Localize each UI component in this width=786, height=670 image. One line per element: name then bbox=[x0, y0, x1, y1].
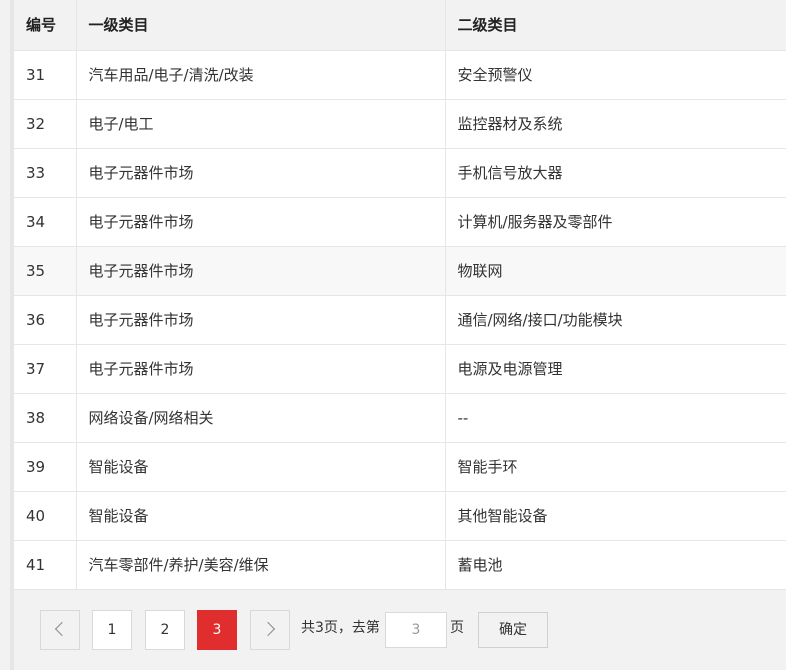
prev-page-button[interactable] bbox=[40, 610, 80, 650]
cell-id: 32 bbox=[14, 99, 77, 149]
cell-level2: 蓄电池 bbox=[445, 540, 786, 590]
category-table-container: 编号 一级类目 二级类目 31 汽车用品/电子/清洗/改装 安全预警仪 32 电… bbox=[14, 0, 786, 590]
table-row: 32 电子/电工 监控器材及系统 bbox=[14, 99, 786, 149]
cell-id: 39 bbox=[14, 442, 77, 492]
cell-id: 31 bbox=[14, 50, 77, 100]
total-pages-text: 共3页，去第 bbox=[301, 620, 380, 636]
cell-level2: -- bbox=[445, 393, 786, 443]
cell-id: 41 bbox=[14, 540, 77, 590]
cell-level2: 计算机/服务器及零部件 bbox=[445, 197, 786, 247]
table-row: 31 汽车用品/电子/清洗/改装 安全预警仪 bbox=[14, 50, 786, 100]
cell-id: 34 bbox=[14, 197, 77, 247]
table-row: 41 汽车零部件/养护/美容/维保 蓄电池 bbox=[14, 540, 786, 590]
cell-id: 37 bbox=[14, 344, 77, 394]
cell-level1: 网络设备/网络相关 bbox=[76, 393, 446, 443]
table-row: 36 电子元器件市场 通信/网络/接口/功能模块 bbox=[14, 295, 786, 345]
cell-level1: 电子元器件市场 bbox=[76, 344, 446, 394]
cell-id: 35 bbox=[14, 246, 77, 296]
cell-level1: 电子元器件市场 bbox=[76, 295, 446, 345]
header-level2: 二级类目 bbox=[445, 0, 786, 51]
page-suffix-text: 页 bbox=[450, 620, 464, 636]
page: 编号 一级类目 二级类目 31 汽车用品/电子/清洗/改装 安全预警仪 32 电… bbox=[0, 0, 786, 670]
table-header-row: 编号 一级类目 二级类目 bbox=[14, 0, 786, 51]
page-button-1[interactable]: 1 bbox=[92, 610, 132, 650]
cell-level1: 电子元器件市场 bbox=[76, 197, 446, 247]
confirm-button[interactable]: 确定 bbox=[478, 612, 548, 648]
table-row: 40 智能设备 其他智能设备 bbox=[14, 491, 786, 541]
page-button-2[interactable]: 2 bbox=[145, 610, 185, 650]
cell-id: 38 bbox=[14, 393, 77, 443]
header-id: 编号 bbox=[14, 0, 77, 51]
chevron-right-icon bbox=[260, 621, 276, 636]
table-row: 33 电子元器件市场 手机信号放大器 bbox=[14, 148, 786, 198]
cell-level2: 其他智能设备 bbox=[445, 491, 786, 541]
cell-level1: 智能设备 bbox=[76, 442, 446, 492]
cell-level2: 电源及电源管理 bbox=[445, 344, 786, 394]
table-row: 35 电子元器件市场 物联网 bbox=[14, 246, 786, 296]
table-row: 39 智能设备 智能手环 bbox=[14, 442, 786, 492]
table-row: 38 网络设备/网络相关 -- bbox=[14, 393, 786, 443]
cell-level1: 智能设备 bbox=[76, 491, 446, 541]
cell-level2: 通信/网络/接口/功能模块 bbox=[445, 295, 786, 345]
cell-level2: 安全预警仪 bbox=[445, 50, 786, 100]
cell-id: 33 bbox=[14, 148, 77, 198]
cell-level1: 电子元器件市场 bbox=[76, 246, 446, 296]
cell-id: 36 bbox=[14, 295, 77, 345]
table-row: 37 电子元器件市场 电源及电源管理 bbox=[14, 344, 786, 394]
cell-level1: 汽车用品/电子/清洗/改装 bbox=[76, 50, 446, 100]
next-page-button[interactable] bbox=[250, 610, 290, 650]
header-level1: 一级类目 bbox=[76, 0, 446, 51]
page-button-3-current[interactable]: 3 bbox=[197, 610, 237, 650]
category-table: 编号 一级类目 二级类目 31 汽车用品/电子/清洗/改装 安全预警仪 32 电… bbox=[14, 0, 786, 590]
cell-level1: 电子/电工 bbox=[76, 99, 446, 149]
goto-page-input[interactable] bbox=[385, 612, 447, 648]
cell-id: 40 bbox=[14, 491, 77, 541]
table-row: 34 电子元器件市场 计算机/服务器及零部件 bbox=[14, 197, 786, 247]
cell-level1: 汽车零部件/养护/美容/维保 bbox=[76, 540, 446, 590]
cell-level1: 电子元器件市场 bbox=[76, 148, 446, 198]
cell-level2: 手机信号放大器 bbox=[445, 148, 786, 198]
cell-level2: 监控器材及系统 bbox=[445, 99, 786, 149]
cell-level2: 智能手环 bbox=[445, 442, 786, 492]
cell-level2: 物联网 bbox=[445, 246, 786, 296]
chevron-left-icon bbox=[54, 621, 70, 636]
